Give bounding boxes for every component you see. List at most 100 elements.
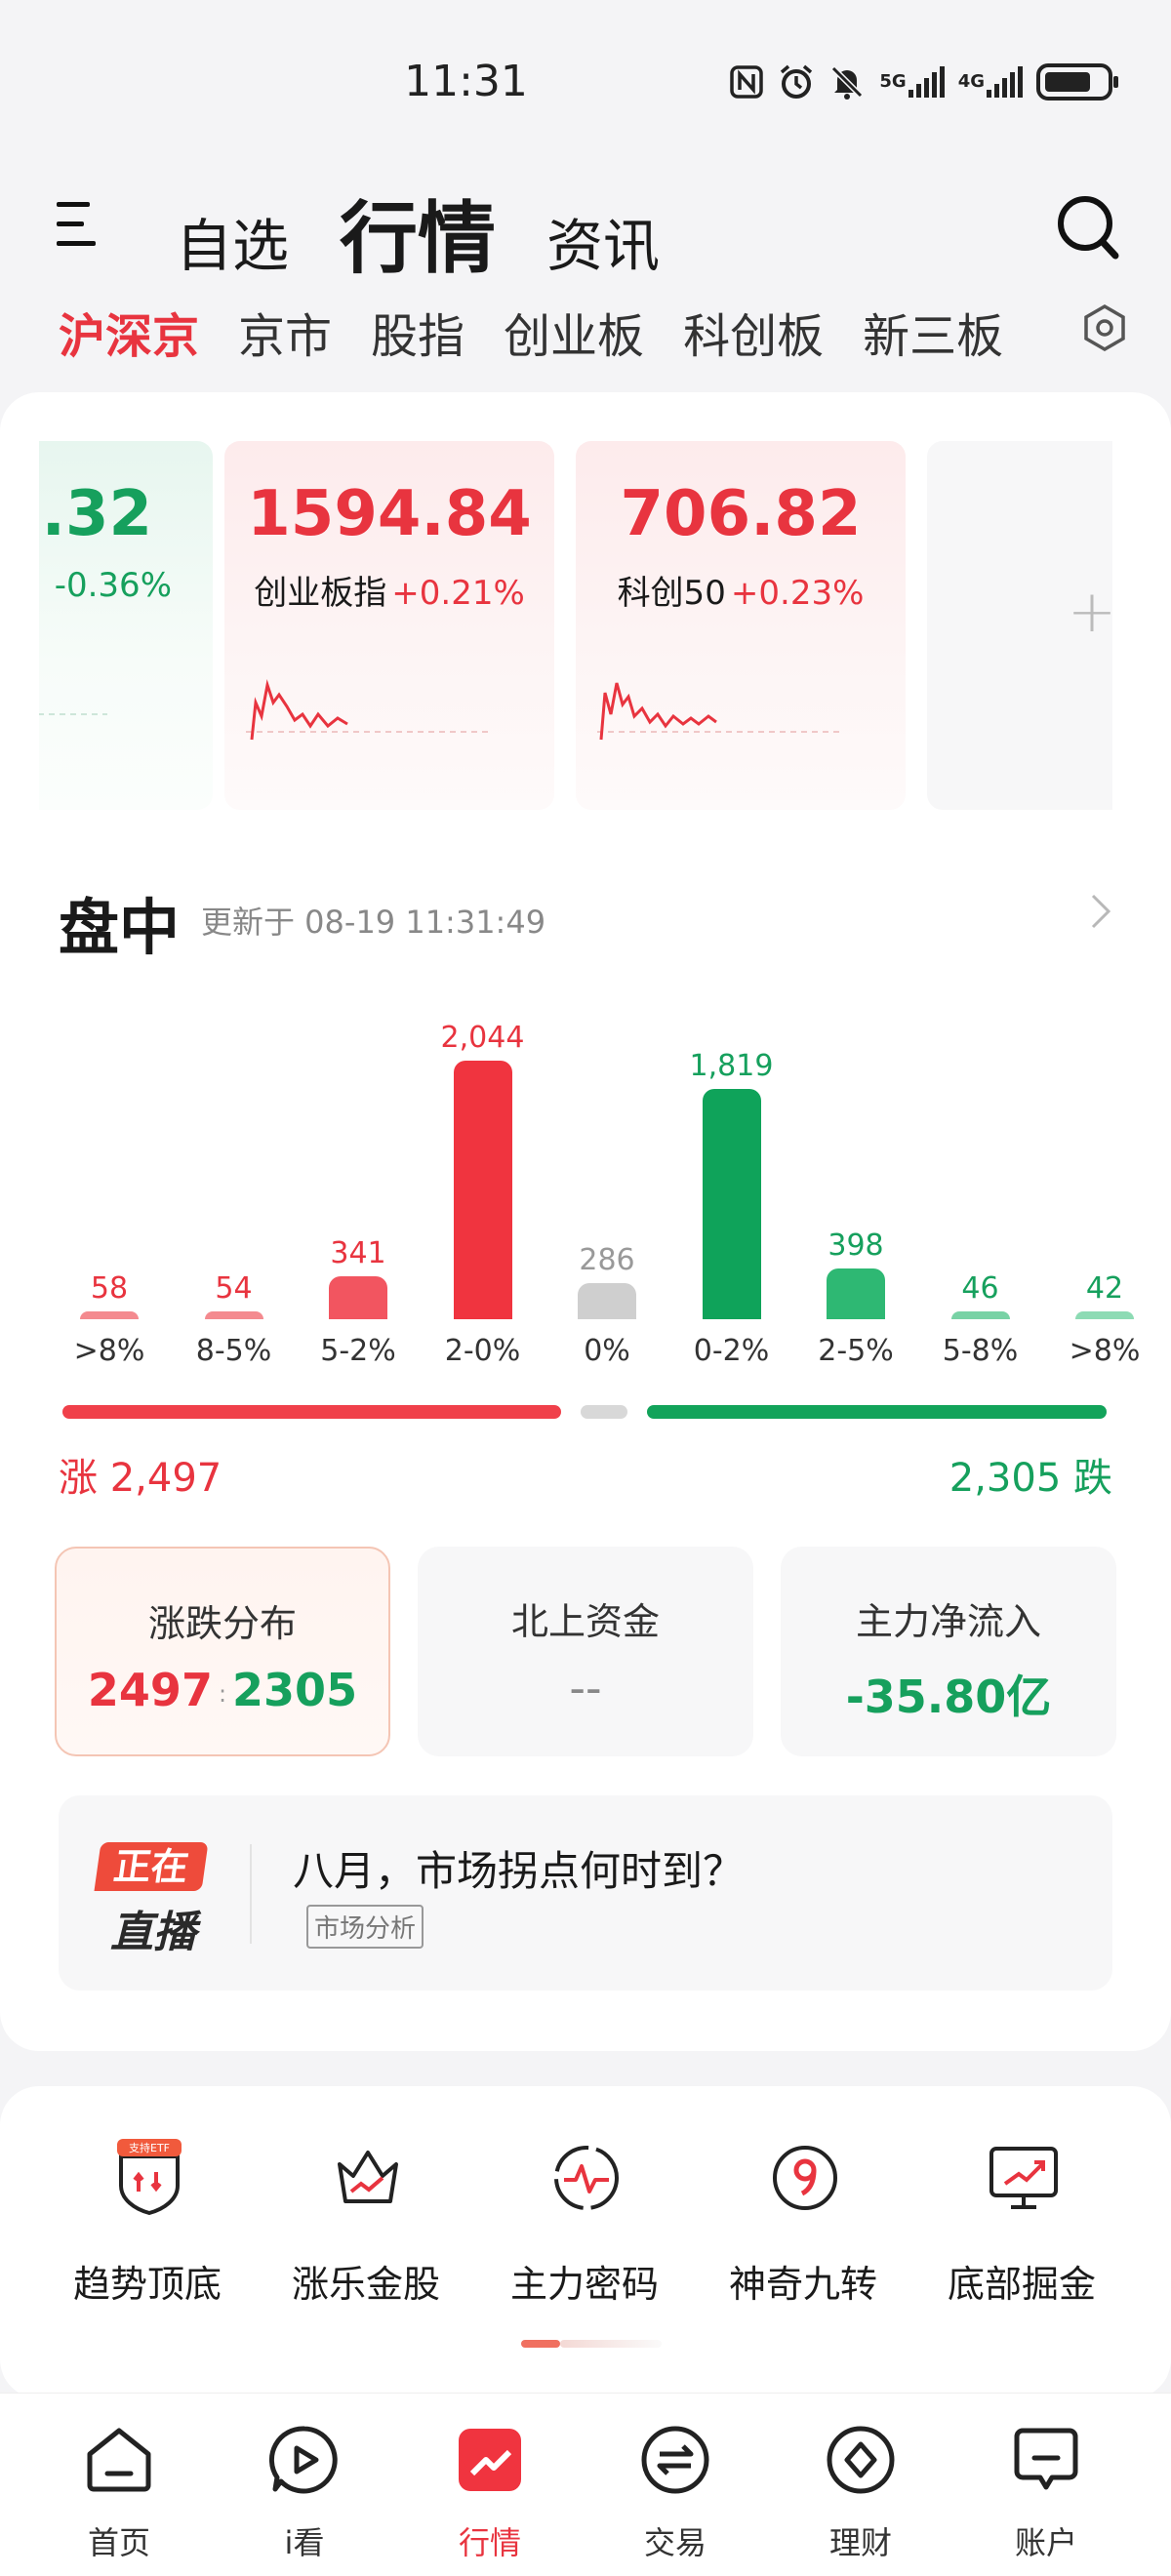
nav-account[interactable]: 账户 [958,2423,1134,2569]
tool-trend[interactable]: 支持ETF 趋势顶底 [45,2137,250,2313]
index-card-star50[interactable]: 706.82 科创50 +0.23% [576,441,906,810]
bar [453,1061,512,1319]
nav-trade[interactable]: 交易 [587,2423,763,2569]
tool-goldstock[interactable]: 涨乐金股 [263,2137,468,2313]
stat-down-count: 2305 [232,1664,358,1716]
index-cards: .32 -0.36% 1594.84 创业板指 +0.21% 706.82 科创… [39,441,1112,810]
breadth-fall-segment [647,1405,1107,1419]
subtab-chuangye[interactable]: 创业板 [504,298,644,366]
tool-label: 主力密码 [509,2263,659,2306]
tool-maincode[interactable]: 主力密码 [482,2137,687,2313]
stat-value: -- [569,1662,602,1714]
stat-distribution[interactable]: 涨跌分布 2497:2305 [55,1547,390,1756]
tool-nine[interactable]: 神奇九转 [701,2137,906,2313]
wealth-icon [824,2423,898,2497]
bar-column: 42 >8% [1042,1015,1167,1386]
divider [250,1844,252,1944]
subtab-guzhi[interactable]: 股指 [371,298,464,366]
nfc-icon [729,62,764,101]
sparkline [39,713,107,715]
status-bar: 11:31 5G 4G [0,0,1171,166]
net-label-1: 5G [879,71,907,92]
bar-value-label: 1,819 [689,1049,774,1083]
subtab-xinsanban[interactable]: 新三板 [863,298,1003,366]
bar-value-label: 58 [90,1271,129,1306]
status-icons: 5G 4G [729,62,1118,101]
index-change: -0.36% [54,566,172,605]
tool-label: 神奇九转 [728,2263,877,2306]
net-label-2: 4G [957,71,985,92]
index-card-partial[interactable]: .32 -0.36% [39,441,213,810]
live-tag: 市场分析 [306,1905,424,1949]
bar-value-label: 398 [828,1228,884,1263]
search-icon[interactable] [1056,193,1120,262]
tab-news[interactable]: 资讯 [546,200,660,282]
stat-up-count: 2497 [87,1664,213,1716]
bar [827,1268,885,1319]
index-name: 科创50 [617,574,726,613]
tool-label: 趋势顶底 [72,2263,222,2306]
signal-5g-icon: 5G [879,62,945,101]
bar [80,1311,139,1319]
bar-category-label: 0-2% [693,1334,770,1368]
bar [578,1283,636,1319]
pulse-icon [550,2137,623,2215]
tool-label: 底部掘金 [947,2263,1096,2306]
bar-column: 341 5-2% [296,1015,421,1386]
mute-icon [828,62,866,101]
account-icon [1009,2423,1083,2497]
bar-column: 286 0% [545,1015,669,1386]
nav-market[interactable]: 行情 [402,2423,578,2569]
bar-column: 58 >8% [47,1015,172,1386]
tool-bottom[interactable]: 底部掘金 [919,2137,1124,2313]
bar-category-label: >8% [73,1334,145,1368]
bar-value-label: 46 [961,1271,999,1306]
stat-value: 2497:2305 [87,1664,358,1716]
market-icon [453,2423,527,2497]
chevron-right-icon[interactable] [1087,890,1116,933]
bar-category-label: 8-5% [195,1334,272,1368]
index-card-chinext[interactable]: 1594.84 创业板指 +0.21% [224,441,554,810]
bar-column: 1,819 0-2% [669,1015,794,1386]
index-value: 706.82 [620,478,862,550]
bar-category-label: 5-2% [320,1334,396,1368]
bar-value-label: 54 [215,1271,253,1306]
section-title: 盘中 [59,892,181,963]
update-time: 更新于 08-19 11:31:49 [201,904,546,941]
bar [204,1311,263,1319]
bar-category-label: 2-5% [818,1334,894,1368]
nav-watch[interactable]: i看 [217,2423,392,2569]
subtab-kechuang[interactable]: 科创板 [683,298,824,366]
breadth-flat-segment [581,1405,627,1419]
bar [950,1311,1010,1319]
nav-label: 行情 [458,2524,521,2561]
tab-watchlist[interactable]: 自选 [176,200,289,282]
alarm-icon [778,62,815,101]
bar-value-label: 42 [1085,1271,1124,1306]
nav-label: i看 [284,2524,325,2561]
home-icon [82,2423,156,2497]
tab-market[interactable]: 行情 [340,176,496,289]
subtab-fade [1015,293,1073,361]
live-banner[interactable]: 正在 直播 八月，市场拐点何时到？ 市场分析 [59,1795,1112,1991]
nav-wealth[interactable]: 理财 [773,2423,949,2569]
bar [702,1089,761,1319]
stat-title: 主力净流入 [855,1600,1041,1643]
stat-northbound[interactable]: 北上资金 -- [418,1547,753,1756]
menu-icon[interactable] [57,200,100,249]
settings-icon[interactable] [1079,302,1130,353]
battery-icon [1036,63,1118,101]
nav-home[interactable]: 首页 [31,2423,207,2569]
index-name: 创业板指 [254,574,387,613]
subtab-jingshi[interactable]: 京市 [238,298,332,366]
stat-mainflow[interactable]: 主力净流入 -35.80亿 [781,1547,1116,1756]
stat-title: 涨跌分布 [147,1602,297,1645]
nine-icon [769,2137,841,2215]
bar [1075,1311,1134,1319]
sparkline [597,682,841,741]
nav-label: 账户 [1014,2524,1077,2561]
add-index-card[interactable]: + [927,441,1112,810]
add-icon: + [1067,578,1112,646]
subtab-hushenjing[interactable]: 沪深京 [59,298,199,366]
bar-category-label: 5-8% [942,1334,1019,1368]
